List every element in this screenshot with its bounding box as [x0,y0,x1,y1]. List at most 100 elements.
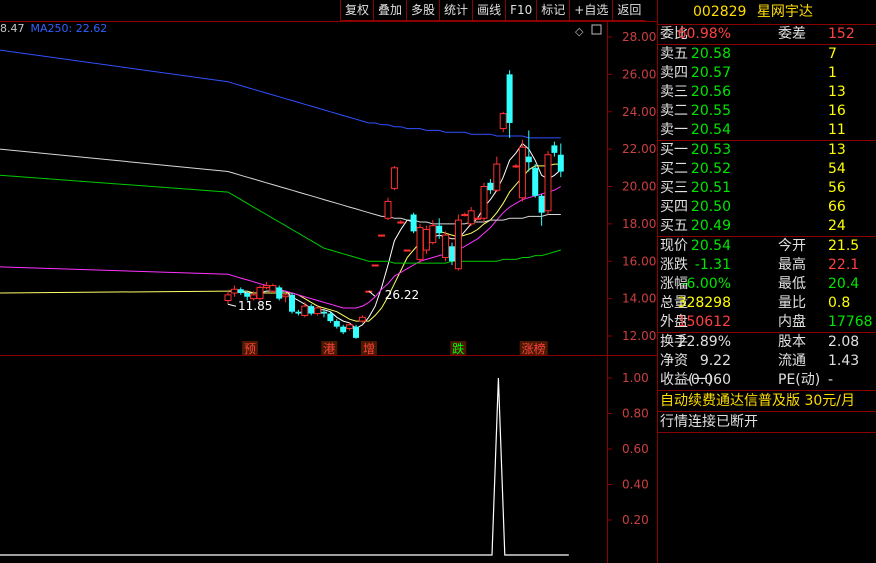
quote-value: -1.31 [694,257,731,273]
candle-body [314,307,322,315]
quote-value: 60.98% [677,26,731,42]
quote-row: 卖二 20.55 16 [658,102,876,121]
candle-body [506,74,513,123]
quote-value: 1 [828,65,837,81]
candle-body [384,200,392,219]
quote-value: 13 [828,142,846,158]
stock-name: 星网宇达 [756,4,813,20]
quote-value: 0.8 [828,295,851,311]
quote-value: 9.22 [699,353,731,369]
candle-body [269,285,277,292]
candle-body [321,311,327,314]
quote-row: 总量 328298 量比 0.8 [658,294,876,313]
quote-row: 现价 20.54 今开 21.5 [658,237,876,256]
candle-body [250,294,258,300]
ma-line-ma250 [0,49,561,139]
candle-body [301,305,309,316]
quote-value: 13 [828,84,846,100]
toolbar-button-3[interactable]: 统计 [439,0,473,21]
quote-value: 20.57 [690,65,731,81]
connection-status: 行情连接已断开 [658,412,876,433]
quote-label: 今开 [778,238,806,254]
candle-body [442,234,450,259]
quote-value: 328298 [677,295,731,311]
y-tick-label: 14.00 [622,292,656,306]
quote-value: 20.50 [690,199,731,215]
quote-value: 20.52 [690,161,731,177]
indicator-y-label: 0.40 [622,478,649,492]
candle-body [422,228,430,251]
toolbar-button-8[interactable]: 返回 [612,0,646,21]
candle-body [282,294,290,298]
candle-body [416,227,424,260]
ma-legend-item: 8.47 [0,22,25,35]
low-label: 11.85 [238,299,272,313]
quote-value: - [828,372,834,388]
quote-value: 11 [828,122,846,138]
toolbar-button-4[interactable]: 画线 [472,0,506,21]
candle-body [449,246,455,262]
candle-body [333,321,340,327]
quote-label: 买二 [660,161,688,177]
toolbar-button-2[interactable]: 多股 [406,0,440,21]
quote-row: 买五 20.49 24 [658,217,876,237]
toolbar-button-0[interactable]: 复权 [340,0,374,21]
candle-body [512,165,520,168]
quote-label: 卖一 [660,122,688,138]
quote-row: 涨幅 -6.00% 最低 20.4 [658,275,876,294]
candle-body [346,324,354,330]
quote-value: 20.51 [690,180,731,196]
event-tag: 增 [363,342,375,356]
candle-body [295,311,302,314]
quote-label: 流通 [778,353,806,369]
toolbar-button-5[interactable]: F10 [505,0,537,21]
y-tick-label: 12.00 [622,329,656,343]
quote-row: 外盘 150612 内盘 17768 [658,313,876,333]
quote-label: 内盘 [778,314,806,330]
quote-row: 买四 20.50 66 [658,198,876,217]
candle-body [358,316,366,322]
quote-value: 20.49 [690,218,731,234]
quote-label: 卖四 [660,65,688,81]
candle-body [244,293,251,297]
candle-body [410,214,417,232]
candle-body [308,306,315,314]
event-tag: 涨榜 [522,341,546,356]
quote-label: 卖二 [660,103,688,119]
quote-header: 002829 星网宇达 [658,0,876,25]
toolbar-button-6[interactable]: 标记 [536,0,570,21]
candle-body [371,264,379,267]
quote-row: 净资 9.22 流通 1.43 [658,352,876,371]
indicator-y-label: 1.00 [622,371,649,385]
quote-label: 买三 [660,180,688,196]
toolbar-button-7[interactable]: +自选 [569,0,613,21]
candle-body [487,182,494,191]
quote-label: 最高 [778,257,806,273]
quote-row: 卖四 20.57 1 [658,64,876,83]
candle-body [230,288,238,294]
candle-body [532,167,539,196]
candle-body [289,294,295,312]
candle-body [390,167,398,189]
quote-label: 卖三 [660,84,688,100]
quote-value: 20.53 [690,142,731,158]
quote-value: 54 [828,161,846,177]
quote-value: 150612 [677,314,731,330]
quote-label: 最低 [778,276,806,292]
quote-value: 1.43 [828,353,860,369]
quote-label: 买四 [660,199,688,215]
quote-label: 买五 [660,218,688,234]
quote-value: 20.58 [690,46,731,62]
candle-body [454,219,462,270]
quote-value: -0.060 [685,372,731,388]
candle-body [467,210,475,225]
promo-banner[interactable]: 自动续费通达信普及版 30元/月 [658,391,876,412]
candle-body [378,234,386,237]
y-tick-label: 24.00 [622,105,656,119]
candle-body [397,221,405,224]
candle-body [276,287,283,299]
quote-row: 卖五 20.58 7 [658,45,876,64]
toolbar-button-1[interactable]: 叠加 [373,0,407,21]
ma-legend: 8.47 MA250: 22.62 [0,22,113,36]
quote-label: 现价 [660,238,688,254]
